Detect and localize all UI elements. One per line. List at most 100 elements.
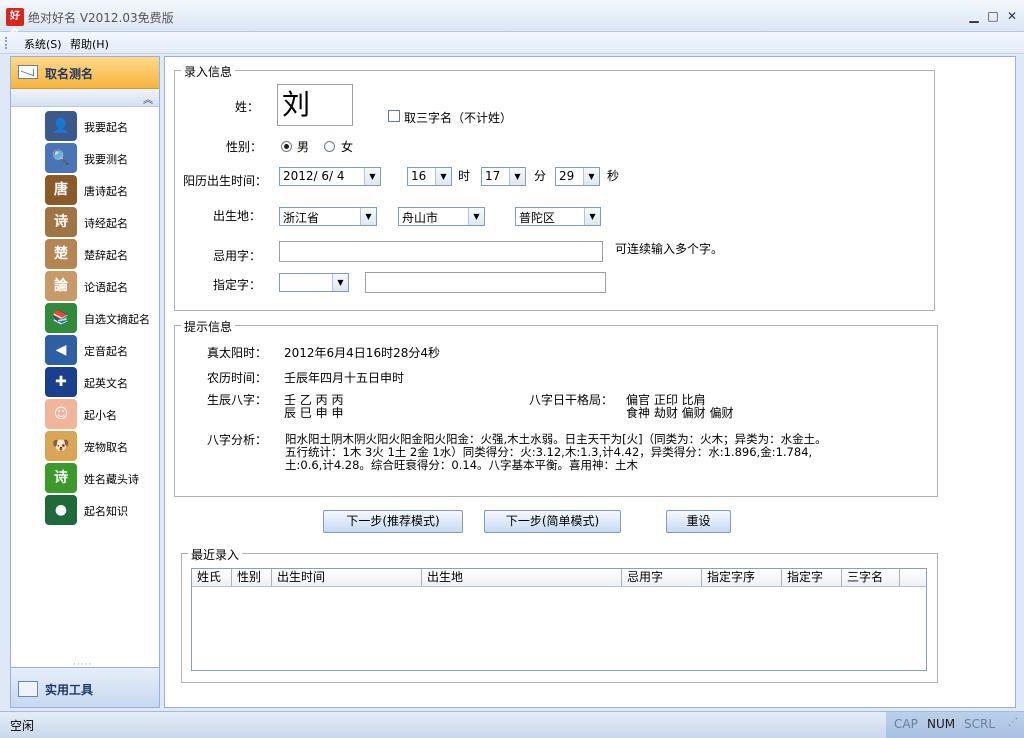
sidebar-subheader: ︽ <box>11 89 159 107</box>
gender-male-radio[interactable] <box>281 141 292 152</box>
sidebar-item[interactable]: 诗姓名藏头诗 <box>11 463 159 495</box>
dropdown-arrow-icon[interactable]: ▼ <box>332 274 348 291</box>
avoid-chars-input[interactable] <box>279 241 603 262</box>
gender-male-label: 男 <box>297 140 310 154</box>
sidebar-item-label: 起小名 <box>84 409 117 422</box>
sidebar-item[interactable]: ◀ 定音起名 <box>11 335 159 367</box>
three-char-checkbox[interactable] <box>388 110 400 122</box>
lunar-time-label: 农历时间： <box>207 371 268 385</box>
menu-system[interactable]: 系统(S) <box>24 36 62 52</box>
dropdown-arrow-icon[interactable]: ▼ <box>509 168 525 185</box>
baby-icon: ☺ <box>45 399 77 429</box>
sidebar-item-label: 姓名藏头诗 <box>84 473 139 486</box>
sidebar-item[interactable]: 🔍 我要测名 <box>11 143 159 175</box>
avoid-chars-label: 忌用字： <box>213 249 262 263</box>
gender-label: 性别： <box>226 140 263 154</box>
assign-chars-input[interactable] <box>365 272 606 293</box>
gender-female-radio[interactable] <box>324 141 335 152</box>
assign-chars-label: 指定字： <box>213 278 262 292</box>
sidebar-header-label: 取名测名 <box>45 67 94 81</box>
dropdown-arrow-icon[interactable]: ▼ <box>435 168 451 185</box>
assign-position-select[interactable]: ▼ <box>279 273 349 292</box>
minute-select[interactable]: 17 ▼ <box>481 167 526 186</box>
sidebar-item[interactable]: 🐶 宠物取名 <box>11 431 159 463</box>
solar-time-value: 2012年6月4日16时28分4秒 <box>284 346 440 360</box>
minimize-button[interactable]: ▁ <box>966 8 982 24</box>
district-select[interactable]: 普陀区 ▼ <box>515 207 601 226</box>
main-panel: 录入信息 姓： 刘 取三字名（不计姓） 性别： 男 女 阳历出生时间： 2012… <box>164 56 1016 708</box>
column-header[interactable]: 忌用字 <box>622 569 702 586</box>
sidebar-nav-list: 👤 我要起名 🔍 我要测名唐唐诗起名诗诗经起名楚楚辞起名論论语起名 📚 自选文摘起名 ◀ 定音… <box>11 111 159 527</box>
sidebar-item-label: 起名知识 <box>84 505 128 518</box>
surname-input[interactable]: 刘 <box>277 84 353 126</box>
province-select[interactable]: 浙江省 ▼ <box>279 207 377 226</box>
person-icon: 👤 <box>45 111 77 141</box>
dropdown-arrow-icon[interactable]: ▼ <box>364 168 380 185</box>
column-header[interactable]: 出生地 <box>422 569 622 586</box>
sidebar-footer-label: 实用工具 <box>45 683 94 697</box>
menu-help[interactable]: 帮助(H) <box>70 36 109 52</box>
birth-date-value: 2012/ 6/ 4 <box>283 169 345 183</box>
dropdown-arrow-icon[interactable]: ▼ <box>360 208 376 225</box>
status-bar: 空闲 CAP NUM SCRL ⋰ <box>0 711 1024 738</box>
indicator-panel: CAP NUM SCRL ⋰ <box>886 712 1024 738</box>
sidebar-item[interactable]: ✚ 起英文名 <box>11 367 159 399</box>
sidebar-header-naming[interactable]: 取名测名 <box>11 57 159 89</box>
sidebar-item[interactable]: 诗诗经起名 <box>11 207 159 239</box>
second-select[interactable]: 29 ▼ <box>555 167 600 186</box>
globe-icon: ● <box>45 495 77 525</box>
dropdown-arrow-icon[interactable]: ▼ <box>583 168 599 185</box>
second-value: 29 <box>559 169 575 183</box>
sidebar-item[interactable]: 論论语起名 <box>11 271 159 303</box>
sidebar-item[interactable]: ☺ 起小名 <box>11 399 159 431</box>
column-header[interactable]: 性别 <box>232 569 272 586</box>
sidebar-item-label: 起英文名 <box>84 377 128 390</box>
next-simple-button[interactable]: 下一步(简单模式) <box>484 510 621 533</box>
maximize-button[interactable]: □ <box>985 8 1001 24</box>
sidebar-item[interactable]: ● 起名知识 <box>11 495 159 527</box>
sidebar-item[interactable]: 👤 我要起名 <box>11 111 159 143</box>
column-header[interactable]: 三字名 <box>842 569 900 586</box>
geju-line-2: 食神 劫财 偏财 偏财 <box>626 406 734 420</box>
sidebar-item-label: 我要测名 <box>84 153 128 166</box>
resize-grip-icon[interactable]: ⋰ <box>1008 717 1018 728</box>
city-select[interactable]: 舟山市 ▼ <box>398 207 485 226</box>
speaker-icon: ◀ <box>45 335 77 365</box>
minute-unit: 分 <box>534 169 547 183</box>
book-of-songs-icon: 诗 <box>45 207 77 237</box>
sidebar-item[interactable]: 📚 自选文摘起名 <box>11 303 159 335</box>
chu-ci-icon: 楚 <box>45 239 77 269</box>
recent-entries-table[interactable]: 姓氏 性别 出生时间 出生地 忌用字 指定字序 指定字 三字名 <box>191 568 927 671</box>
next-recommend-button[interactable]: 下一步(推荐模式) <box>323 510 463 533</box>
table-header: 姓氏 性别 出生时间 出生地 忌用字 指定字序 指定字 三字名 <box>192 569 926 587</box>
status-text: 空闲 <box>10 719 35 733</box>
collapse-icon[interactable]: ︽ <box>143 91 153 106</box>
second-unit: 秒 <box>607 169 620 183</box>
splitter-grip[interactable]: ····· <box>73 660 92 670</box>
column-header[interactable]: 指定字序 <box>702 569 782 586</box>
uk-flag-icon: ✚ <box>45 367 77 397</box>
dropdown-arrow-icon[interactable]: ▼ <box>584 208 600 225</box>
sidebar: 取名测名 ︽ 👤 我要起名 🔍 我要测名唐唐诗起名诗诗经起名楚楚辞起名論论语起名 📚 自选… <box>10 56 160 708</box>
column-header[interactable]: 出生时间 <box>272 569 422 586</box>
title-bar: 好名 绝对好名 V2012.03免费版 ▁ □ ✕ <box>0 0 1024 40</box>
books-icon: 📚 <box>45 303 77 333</box>
surname-label: 姓： <box>235 100 260 114</box>
sidebar-item-label: 定音起名 <box>84 345 128 358</box>
dropdown-arrow-icon[interactable]: ▼ <box>468 208 484 225</box>
reset-button[interactable]: 重设 <box>666 510 731 533</box>
sidebar-footer-tools[interactable]: ····· 实用工具 <box>11 660 159 707</box>
close-button[interactable]: ✕ <box>1004 8 1020 24</box>
column-header[interactable]: 指定字 <box>782 569 842 586</box>
hint-info-group: 提示信息 真太阳时： 2012年6月4日16时28分4秒 农历时间： 壬辰年四月… <box>174 318 938 497</box>
num-indicator: NUM <box>927 717 956 731</box>
geju-label: 八字日干格局： <box>529 393 614 407</box>
sidebar-item[interactable]: 唐唐诗起名 <box>11 175 159 207</box>
hour-select[interactable]: 16 ▼ <box>407 167 452 186</box>
birth-date-picker[interactable]: 2012/ 6/ 4 ▼ <box>279 167 381 186</box>
column-header[interactable]: 姓氏 <box>192 569 232 586</box>
sidebar-item-label: 我要起名 <box>84 121 128 134</box>
minute-value: 17 <box>485 169 501 183</box>
analysis-line-3: 土:0.6,计4.28。综合旺衰得分：0.14。八字基本平衡。喜用神：土木 <box>285 458 639 472</box>
sidebar-item[interactable]: 楚楚辞起名 <box>11 239 159 271</box>
